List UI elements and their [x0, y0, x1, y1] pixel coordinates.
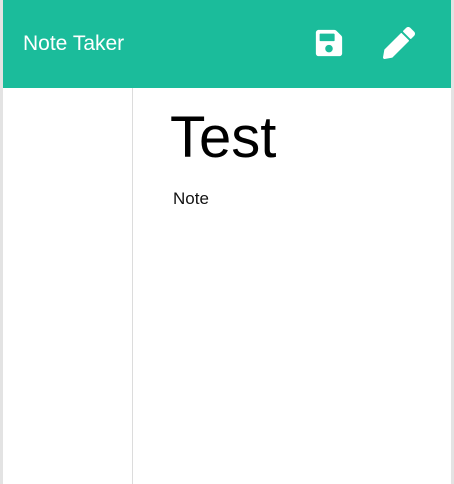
note-editor: Test Note — [133, 88, 451, 484]
note-title-field[interactable]: Test — [170, 102, 276, 174]
app-title[interactable]: Note Taker — [23, 30, 124, 58]
floppy-disk-icon — [315, 29, 343, 57]
new-note-button[interactable] — [381, 25, 417, 61]
notes-list-sidebar[interactable] — [3, 88, 133, 484]
note-text-field[interactable]: Note — [173, 188, 209, 210]
save-note-button[interactable] — [311, 25, 347, 61]
top-navbar: Note Taker — [3, 0, 451, 88]
app-window: Note Taker Test Note — [0, 0, 454, 484]
pencil-icon — [383, 27, 415, 59]
